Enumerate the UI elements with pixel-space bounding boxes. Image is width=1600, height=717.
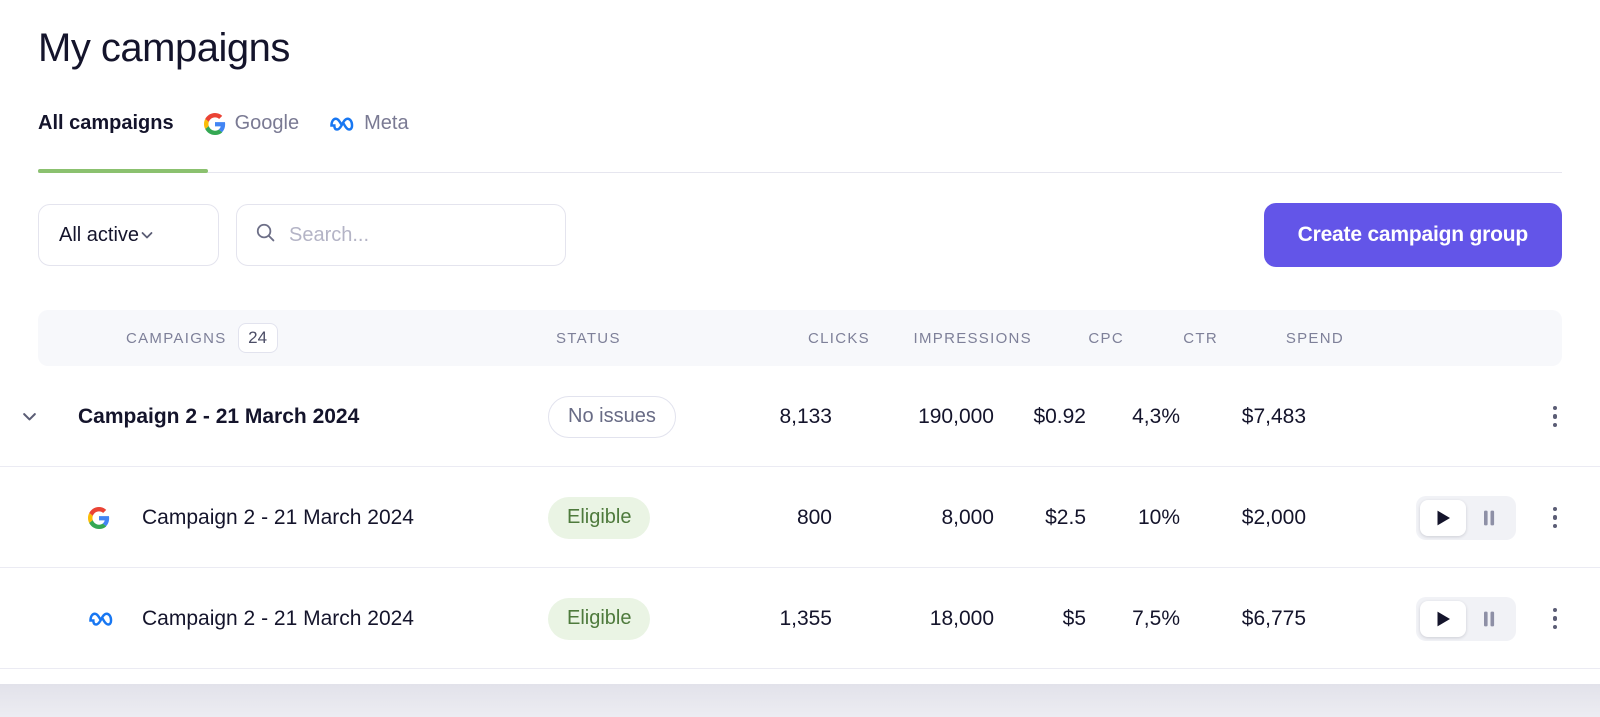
ctr-value: 4,3%: [1132, 404, 1180, 428]
impressions-value: 18,000: [929, 606, 994, 630]
chevron-down-icon: [139, 227, 155, 243]
cpc-value: $0.92: [1033, 404, 1086, 428]
search-icon: [255, 222, 276, 248]
kebab-dot: [1552, 506, 1558, 512]
tab-google[interactable]: Google: [203, 112, 300, 137]
column-header-cpc: CPC: [1088, 329, 1124, 347]
column-header-ctr: CTR: [1183, 329, 1218, 347]
row-menu-button[interactable]: [1540, 366, 1570, 467]
play-icon: [1437, 611, 1450, 627]
column-header-status: STATUS: [556, 329, 621, 347]
ctr-value: 10%: [1137, 505, 1180, 529]
campaigns-page: My campaigns All campaigns Google Meta A…: [0, 0, 1600, 717]
row-menu-button[interactable]: [1540, 467, 1570, 568]
kebab-dot: [1552, 515, 1558, 520]
meta-icon: [88, 568, 114, 669]
status-badge: Eligible: [548, 597, 651, 640]
cpc-value: $2.5: [1045, 505, 1086, 529]
campaign-name: Campaign 2 - 21 March 2024: [142, 606, 414, 630]
kebab-dot: [1552, 523, 1558, 529]
meta-icon: [329, 114, 355, 133]
play-pause-toggle[interactable]: [1416, 597, 1516, 641]
column-header-spend: SPEND: [1285, 329, 1344, 347]
impressions-value: 8,000: [941, 505, 994, 529]
play-button[interactable]: [1420, 601, 1466, 637]
column-header-impressions: IMPRESSIONS: [913, 329, 1032, 347]
ctr-value: 7,5%: [1132, 606, 1180, 630]
impressions-value: 190,000: [918, 404, 994, 428]
spend-value: $6,775: [1241, 606, 1306, 630]
play-button[interactable]: [1420, 500, 1466, 536]
campaign-name: Campaign 2 - 21 March 2024: [142, 505, 414, 529]
pause-button[interactable]: [1466, 601, 1512, 637]
status-cell: Eligible: [548, 467, 651, 568]
campaign-name: Campaign 2 - 21 March 2024: [78, 404, 360, 428]
tab-meta[interactable]: Meta: [329, 112, 409, 137]
clicks-value: 8,133: [779, 404, 832, 428]
status-badge: Eligible: [548, 496, 651, 539]
campaigns-table: CAMPAIGNS 24 STATUS CLICKS IMPRESSIONS C…: [0, 310, 1600, 669]
kebab-dot: [1552, 616, 1558, 621]
google-icon: [88, 467, 110, 568]
tab-meta-label: Meta: [364, 112, 409, 134]
tab-bar: All campaigns Google Meta: [38, 112, 409, 137]
play-pause-toggle[interactable]: [1416, 496, 1516, 540]
kebab-dot: [1552, 422, 1558, 428]
cpc-value: $5: [1062, 606, 1086, 630]
table-row[interactable]: Campaign 2 - 21 March 2024 Eligible 1,35…: [0, 568, 1600, 669]
content-card: My campaigns All campaigns Google Meta A…: [0, 0, 1600, 684]
tab-all-campaigns[interactable]: All campaigns: [38, 112, 174, 137]
tab-all-campaigns-label: All campaigns: [38, 112, 174, 134]
active-tab-indicator: [38, 169, 208, 173]
kebab-dot: [1552, 607, 1558, 613]
pause-icon: [1484, 510, 1495, 526]
spend-value: $7,483: [1241, 404, 1306, 428]
play-icon: [1437, 510, 1450, 526]
column-header-clicks: CLICKS: [808, 329, 870, 347]
expand-row-chevron[interactable]: [14, 366, 44, 467]
filter-dropdown[interactable]: All active: [38, 204, 219, 266]
status-badge: No issues: [548, 395, 676, 438]
kebab-dot: [1552, 414, 1558, 419]
row-menu-button[interactable]: [1540, 568, 1570, 669]
search-input[interactable]: [289, 223, 539, 247]
tab-divider: [38, 172, 1562, 173]
pause-icon: [1484, 611, 1495, 627]
status-cell: Eligible: [548, 568, 651, 669]
campaigns-count-badge: 24: [237, 323, 278, 353]
search-box[interactable]: [236, 204, 566, 266]
table-header-row: CAMPAIGNS 24 STATUS CLICKS IMPRESSIONS C…: [38, 310, 1562, 366]
clicks-value: 800: [796, 505, 832, 529]
kebab-dot: [1552, 405, 1558, 411]
pause-button[interactable]: [1466, 500, 1512, 536]
page-background-band: [0, 684, 1600, 717]
clicks-value: 1,355: [779, 606, 832, 630]
table-row[interactable]: Campaign 2 - 21 March 2024 Eligible 800 …: [0, 467, 1600, 568]
column-header-campaigns: CAMPAIGNS 24: [126, 310, 278, 366]
tab-google-label: Google: [234, 112, 300, 134]
spend-value: $2,000: [1241, 505, 1306, 529]
page-title: My campaigns: [38, 26, 290, 70]
google-icon: [203, 112, 226, 135]
filter-dropdown-value: All active: [59, 223, 140, 246]
table-row[interactable]: Campaign 2 - 21 March 2024 No issues 8,1…: [0, 366, 1600, 467]
create-campaign-group-button[interactable]: Create campaign group: [1263, 203, 1562, 267]
status-cell: No issues: [548, 366, 676, 467]
kebab-dot: [1552, 624, 1558, 630]
